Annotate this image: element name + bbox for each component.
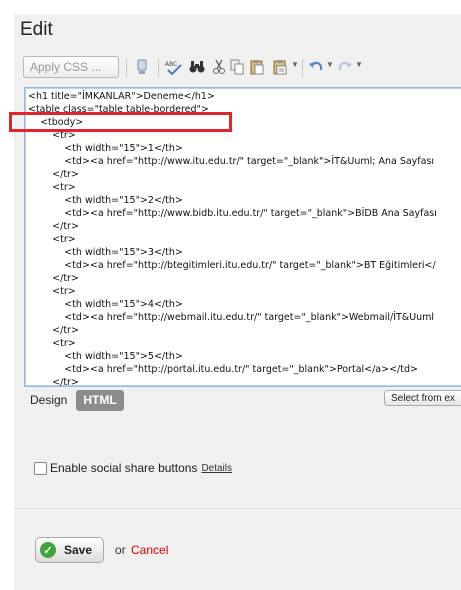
redo-icon[interactable] <box>336 58 354 76</box>
source-code[interactable]: <h1 title="İMKANLAR">Deneme</h1> <table c… <box>28 90 437 387</box>
code-line: <th width="15">4</th> <box>28 299 183 310</box>
code-line: </tr> <box>28 221 79 232</box>
code-line: <tr> <box>28 182 76 193</box>
code-line: <th width="15">2</th> <box>28 195 183 206</box>
code-line: <th width="15">1</th> <box>28 143 183 154</box>
code-line: <td><a href="http://btegitimleri.itu.edu… <box>28 260 436 271</box>
find-icon[interactable] <box>188 58 206 76</box>
cancel-link[interactable]: Cancel <box>131 543 168 557</box>
social-share-option: Enable social share buttons Details <box>34 461 232 475</box>
or-text: or <box>115 543 126 557</box>
check-icon: ✓ <box>40 542 56 558</box>
tab-html[interactable]: HTML <box>76 390 124 411</box>
code-line: </tr> <box>28 377 79 387</box>
code-line: <td><a href="http://portal.itu.edu.tr/" … <box>28 364 418 375</box>
svg-text:ABC: ABC <box>165 61 177 68</box>
editor-toolbar: Apply CSS ... ABC ▼ ▼ ▼ <box>23 56 453 80</box>
undo-dropdown-icon[interactable]: ▼ <box>326 60 334 69</box>
social-share-label[interactable]: Enable social share buttons <box>50 461 197 475</box>
divider <box>14 508 461 509</box>
spellcheck-icon[interactable]: ABC <box>165 58 183 76</box>
code-line: <tr> <box>28 234 76 245</box>
page-title: Edit <box>20 19 53 40</box>
toolbar-separator <box>158 59 159 77</box>
html-source-editor[interactable]: <h1 title="İMKANLAR">Deneme</h1> <table c… <box>24 87 461 387</box>
code-line: </tr> <box>28 325 79 336</box>
code-line: <td><a href="http://webmail.itu.edu.tr/"… <box>28 312 435 323</box>
save-label: Save <box>64 543 93 557</box>
code-line: <th width="15">5</th> <box>28 351 183 362</box>
highlight-box <box>9 112 232 132</box>
code-line: <tr> <box>28 338 76 349</box>
select-from-button[interactable]: Select from ex <box>384 390 461 406</box>
paste-text-icon[interactable] <box>271 58 289 76</box>
code-line: <h1 title="İMKANLAR">Deneme</h1> <box>28 91 215 102</box>
undo-icon[interactable] <box>307 58 325 76</box>
cut-icon[interactable] <box>210 58 228 76</box>
apply-css-select[interactable]: Apply CSS ... <box>23 56 119 78</box>
code-line: <td><a href="http://www.itu.edu.tr/" tar… <box>28 156 435 167</box>
details-link[interactable]: Details <box>201 463 232 474</box>
save-button[interactable]: ✓ Save <box>35 537 104 563</box>
code-line: <th width="15">3</th> <box>28 247 183 258</box>
code-line: <tr> <box>28 286 76 297</box>
code-line: </tr> <box>28 169 79 180</box>
toolbar-separator <box>126 59 127 77</box>
social-share-checkbox[interactable] <box>34 461 47 475</box>
copy-icon[interactable] <box>228 58 246 76</box>
toolbar-separator <box>302 59 303 77</box>
paste-dropdown-icon[interactable]: ▼ <box>291 60 299 69</box>
paste-icon[interactable] <box>248 58 266 76</box>
code-line: </tr> <box>28 273 79 284</box>
code-line: <td><a href="http://www.bidb.itu.edu.tr/… <box>28 208 437 219</box>
redo-dropdown-icon[interactable]: ▼ <box>355 60 363 69</box>
template-icon[interactable] <box>133 58 151 76</box>
tab-design[interactable]: Design <box>30 393 67 407</box>
